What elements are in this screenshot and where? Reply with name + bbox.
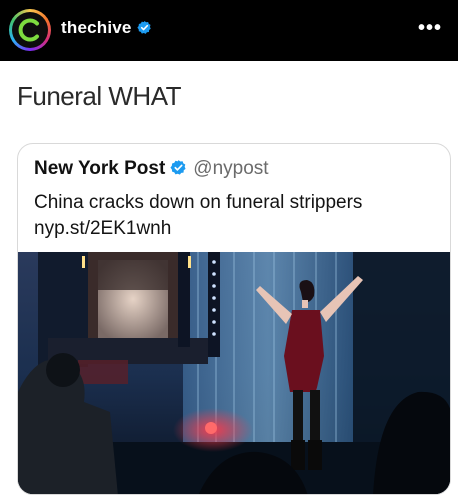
more-options-button[interactable]: ••• (418, 17, 442, 40)
post-caption: Funeral WHAT (17, 81, 182, 111)
tweet-text: China cracks down on funeral strippers (34, 192, 363, 213)
verified-badge-icon (170, 159, 187, 176)
avatar[interactable] (9, 9, 51, 51)
embedded-tweet[interactable]: New York Post @nypost China cracks down o… (17, 143, 451, 495)
chive-logo-icon (12, 12, 48, 48)
post-header: thechive ••• (0, 0, 458, 61)
verified-badge-icon (136, 20, 152, 35)
tweet-handle: @nypost (193, 158, 269, 179)
tweet-link[interactable]: nyp.st/2EK1wnh (34, 216, 444, 242)
tweet-body: China cracks down on funeral strippers n… (34, 190, 444, 242)
tweet-display-name: New York Post (34, 158, 166, 179)
tweet-author: New York Post @nypost (34, 158, 269, 180)
tweet-photo[interactable] (18, 252, 450, 494)
username: thechive (61, 18, 132, 37)
username-link[interactable]: thechive (61, 18, 152, 38)
